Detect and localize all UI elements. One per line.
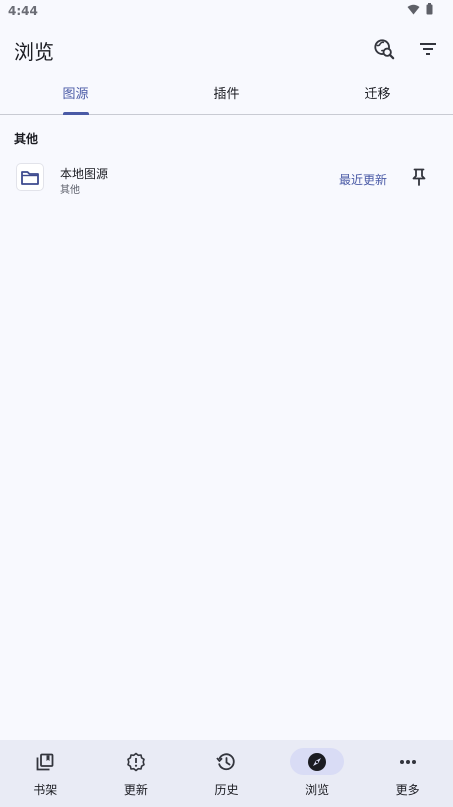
tab-migrate-label: 迁移 — [364, 87, 391, 102]
system-icons — [407, 3, 433, 15]
nav-icon-container — [381, 748, 435, 775]
compass-icon — [308, 752, 327, 771]
nav-label-library: 书架 — [33, 783, 58, 797]
nav-label-history: 历史 — [214, 783, 239, 797]
status-bar: 4:44 — [0, 0, 453, 22]
nav-icon-container — [199, 748, 253, 775]
tab-extensions[interactable]: 插件 — [151, 78, 302, 114]
tab-sources[interactable]: 图源 — [0, 78, 151, 115]
battery-icon — [426, 3, 433, 15]
history-icon — [216, 752, 236, 770]
nav-icon-container — [18, 748, 72, 775]
nav-item-browse[interactable]: 浏览 — [272, 740, 363, 807]
nav-label-browse: 浏览 — [305, 783, 330, 797]
folder-icon — [21, 170, 39, 185]
wifi-icon — [407, 4, 420, 14]
library-icon — [36, 753, 54, 770]
app-bar: 浏览 — [0, 22, 453, 78]
source-name: 本地图源 — [60, 167, 109, 181]
nav-icon-container — [109, 748, 163, 775]
tab-extensions-label: 插件 — [213, 87, 240, 102]
tab-indicator — [62, 112, 89, 115]
nav-item-history[interactable]: 历史 — [181, 740, 272, 807]
source-item-local[interactable]: 本地图源 其他 最近更新 — [0, 155, 453, 203]
updates-icon — [127, 752, 145, 771]
bottom-navigation: 书架 更新 历史 浏览 更多 — [0, 740, 453, 807]
filter-button[interactable] — [413, 34, 443, 64]
tab-bar: 图源 插件 迁移 — [0, 78, 453, 115]
nav-icon-container — [290, 748, 345, 775]
nav-item-library[interactable]: 书架 — [0, 740, 91, 807]
pin-button[interactable] — [409, 167, 429, 187]
section-header: 其他 — [14, 132, 39, 146]
status-time: 4:44 — [8, 4, 38, 18]
global-search-button[interactable] — [369, 34, 399, 64]
filter-list-icon — [420, 43, 436, 55]
travel-explore-icon — [374, 39, 395, 60]
tab-sources-label: 图源 — [62, 87, 89, 102]
latest-button[interactable]: 最近更新 — [339, 171, 387, 188]
source-icon-box — [17, 164, 43, 190]
nav-item-updates[interactable]: 更新 — [91, 740, 182, 807]
nav-label-updates: 更新 — [123, 783, 148, 797]
source-language: 其他 — [60, 185, 80, 196]
more-icon — [399, 759, 416, 764]
tab-migrate[interactable]: 迁移 — [302, 78, 453, 114]
pin-icon — [412, 168, 426, 186]
page-title: 浏览 — [14, 40, 54, 64]
nav-item-more[interactable]: 更多 — [362, 740, 453, 807]
nav-label-more: 更多 — [395, 783, 420, 797]
